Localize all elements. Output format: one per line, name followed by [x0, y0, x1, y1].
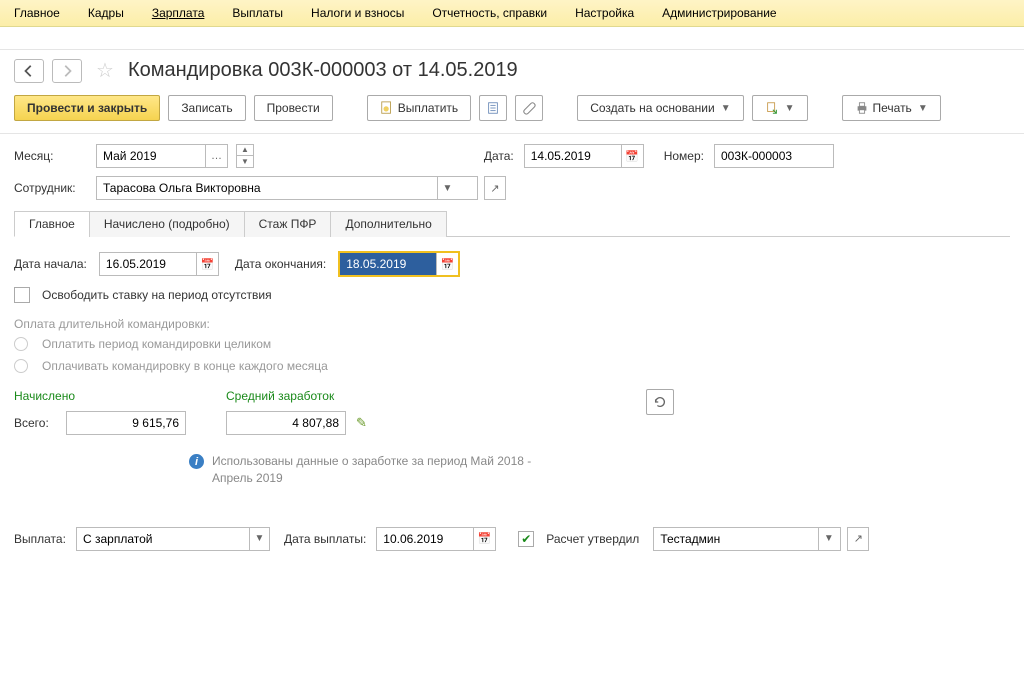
header-row: ☆ Командировка 003К-000003 от 14.05.2019	[0, 50, 1024, 89]
accrued-header: Начислено	[14, 389, 186, 403]
approved-label: Расчет утвердил	[546, 532, 639, 546]
payout-type-dropdown[interactable]: ▼	[249, 528, 269, 550]
caret-down-icon: ▼	[785, 103, 795, 114]
avg-earn-input[interactable]	[226, 411, 346, 435]
calendar-icon[interactable]: 📅	[621, 145, 643, 167]
tabs: Главное Начислено (подробно) Стаж ПФР До…	[14, 210, 1010, 237]
total-label: Всего:	[14, 416, 60, 430]
number-input[interactable]	[714, 144, 834, 168]
info-icon: i	[189, 454, 204, 469]
menu-item-reports[interactable]: Отчетность, справки	[432, 6, 547, 20]
approved-checkbox[interactable]: ✔	[518, 531, 534, 547]
post-button[interactable]: Провести	[254, 95, 333, 121]
month-label: Месяц:	[14, 149, 90, 163]
attachment-button[interactable]	[515, 95, 543, 121]
approver-input[interactable]	[654, 528, 818, 550]
end-date-input[interactable]	[340, 253, 436, 275]
menu-item-admin[interactable]: Администрирование	[662, 6, 776, 20]
nav-forward-button[interactable]	[52, 59, 82, 83]
export-dropdown-button[interactable]: ▼	[752, 95, 808, 121]
month-down-button[interactable]: ▼	[236, 156, 254, 168]
start-date-group: 📅	[99, 252, 219, 276]
page-title: Командировка 003К-000003 от 14.05.2019	[128, 59, 518, 82]
approver-dropdown[interactable]: ▼	[818, 528, 838, 550]
approver-open-button[interactable]: ↗	[847, 527, 869, 551]
refresh-icon	[653, 395, 667, 409]
favorite-star-icon[interactable]: ☆	[90, 58, 120, 83]
pay-button[interactable]: Выплатить	[367, 95, 472, 121]
printer-icon	[855, 101, 869, 115]
calendar-icon[interactable]: 📅	[473, 528, 495, 550]
menu-item-settings[interactable]: Настройка	[575, 6, 634, 20]
create-based-button[interactable]: Создать на основании ▼	[577, 95, 743, 121]
free-rate-checkbox[interactable]	[14, 287, 30, 303]
employee-input[interactable]	[97, 177, 437, 199]
employee-open-button[interactable]: ↗	[484, 176, 506, 200]
document-money-icon	[380, 101, 394, 115]
pay-full-radio[interactable]	[14, 337, 28, 351]
caret-down-icon: ▼	[918, 103, 928, 114]
month-select-button[interactable]: …	[206, 144, 228, 168]
print-label: Печать	[873, 101, 912, 115]
long-trip-label: Оплата длительной командировки:	[14, 317, 1010, 331]
start-date-label: Дата начала:	[14, 257, 87, 271]
tab-pfr[interactable]: Стаж ПФР	[244, 211, 332, 237]
main-menu: Главное Кадры Зарплата Выплаты Налоги и …	[0, 0, 1024, 27]
document-list-icon	[486, 101, 500, 115]
month-up-button[interactable]: ▲	[236, 144, 254, 156]
document-date-input[interactable]	[525, 145, 621, 167]
arrow-left-icon	[22, 64, 36, 78]
tab-accrued-detail[interactable]: Начислено (подробно)	[89, 211, 245, 237]
post-and-close-button[interactable]: Провести и закрыть	[14, 95, 160, 121]
calendar-icon[interactable]: 📅	[436, 253, 458, 275]
month-input[interactable]	[96, 144, 206, 168]
menu-item-payouts[interactable]: Выплаты	[232, 6, 283, 20]
paperclip-icon	[522, 101, 536, 115]
employee-label: Сотрудник:	[14, 181, 90, 195]
arrow-right-icon	[60, 64, 74, 78]
caret-down-icon: ▼	[721, 103, 731, 114]
info-text: Использованы данные о заработке за перио…	[212, 453, 569, 487]
employee-dropdown-button[interactable]: ▼	[437, 177, 457, 199]
end-date-label: Дата окончания:	[235, 257, 326, 271]
create-based-label: Создать на основании	[590, 101, 715, 115]
menu-item-salary[interactable]: Зарплата	[152, 6, 205, 20]
document-list-button[interactable]	[479, 95, 507, 121]
number-label: Номер:	[664, 149, 704, 163]
pay-full-label: Оплатить период командировки целиком	[42, 337, 271, 351]
payout-label: Выплата:	[14, 532, 70, 546]
menu-item-main[interactable]: Главное	[14, 6, 60, 20]
edit-avg-button[interactable]: ✎	[356, 415, 367, 431]
tab-additional[interactable]: Дополнительно	[330, 211, 446, 237]
payout-date-label: Дата выплаты:	[284, 532, 366, 546]
refresh-calc-button[interactable]	[646, 389, 674, 415]
payout-type-input[interactable]	[77, 528, 249, 550]
date-label: Дата:	[484, 149, 514, 163]
calendar-icon[interactable]: 📅	[196, 253, 218, 275]
payout-date-input[interactable]	[377, 528, 473, 550]
total-input[interactable]	[66, 411, 186, 435]
document-date-input-group: 📅	[524, 144, 644, 168]
pay-monthly-label: Оплачивать командировку в конце каждого …	[42, 359, 328, 373]
print-button[interactable]: Печать ▼	[842, 95, 941, 121]
free-rate-label: Освободить ставку на период отсутствия	[42, 288, 272, 302]
menu-item-taxes[interactable]: Налоги и взносы	[311, 6, 404, 20]
pay-monthly-radio[interactable]	[14, 359, 28, 373]
toolbar: Провести и закрыть Записать Провести Вып…	[0, 89, 1024, 134]
info-row: i Использованы данные о заработке за пер…	[189, 453, 569, 487]
save-button[interactable]: Записать	[168, 95, 245, 121]
avg-earn-header: Средний заработок	[226, 389, 367, 403]
export-document-icon	[765, 101, 779, 115]
form-body: Месяц: … ▲ ▼ Дата: 📅 Номер: Сотрудник: ▼…	[0, 134, 1024, 561]
menu-item-staff[interactable]: Кадры	[88, 6, 124, 20]
start-date-input[interactable]	[100, 253, 196, 275]
tab-main[interactable]: Главное	[14, 211, 90, 237]
end-date-group: 📅	[338, 251, 460, 277]
pay-button-label: Выплатить	[398, 101, 459, 115]
nav-back-button[interactable]	[14, 59, 44, 83]
